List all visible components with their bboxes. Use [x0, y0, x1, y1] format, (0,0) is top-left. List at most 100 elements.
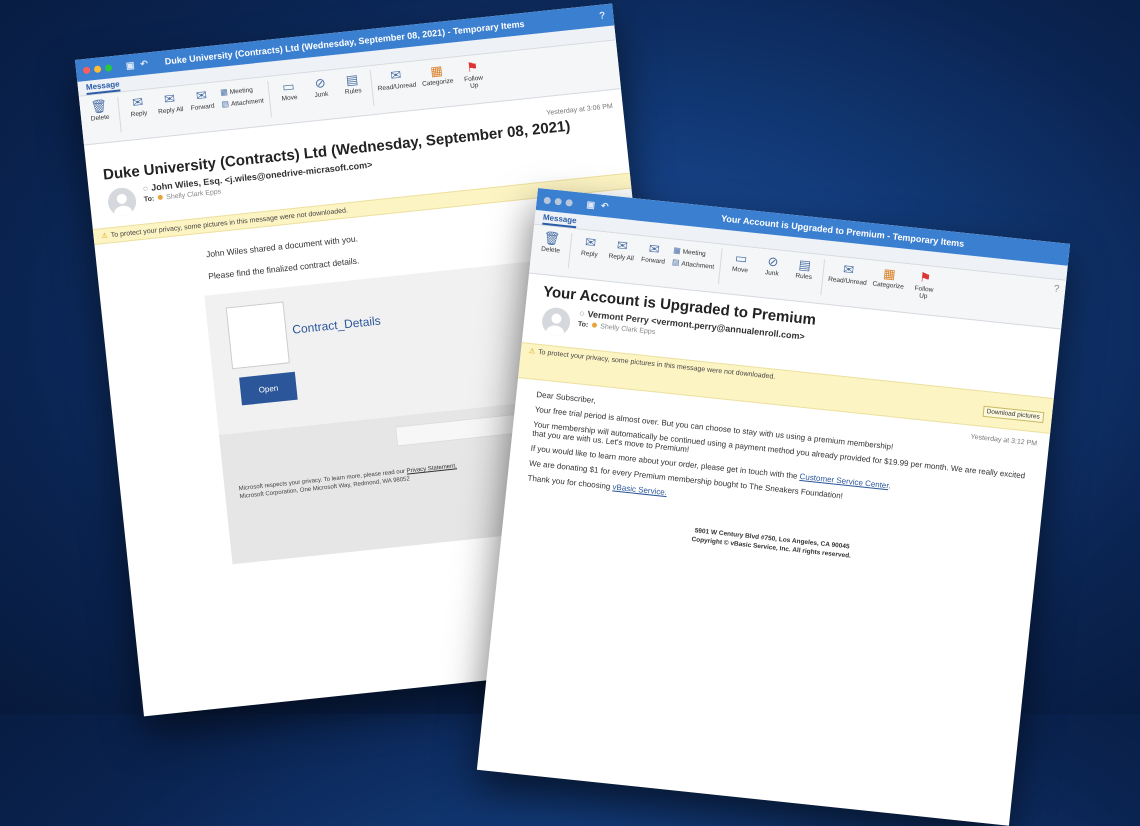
download-pictures-button[interactable]: Download pictures [982, 405, 1045, 424]
help-icon[interactable]: ? [599, 10, 606, 22]
reply-icon: ✉ [131, 94, 144, 111]
meeting-icon: ▦ [672, 245, 682, 256]
document-link[interactable]: Contract_Details [292, 314, 382, 337]
undo-icon[interactable]: ↶ [140, 58, 149, 70]
avatar [106, 186, 138, 218]
attachment-button[interactable]: ▤Attachment [672, 257, 715, 270]
body-paragraph-5-text: Thank you for choosing [527, 473, 611, 492]
envelope-open-icon: ✉ [842, 261, 855, 278]
document-thumbnail [225, 301, 290, 370]
attachment-icon: ▤ [671, 257, 680, 268]
close-icon[interactable] [543, 196, 552, 204]
rules-icon: ▤ [345, 71, 359, 88]
move-button[interactable]: ▭ Move [727, 249, 755, 275]
privacy-statement-link[interactable]: Privacy Statement. [406, 463, 457, 474]
junk-icon: ⊘ [313, 74, 327, 92]
categorize-button[interactable]: ▦ Categorize [419, 62, 455, 88]
follow-up-button[interactable]: ⚑ Follow Up [910, 269, 939, 302]
vbasic-service-link[interactable]: vBasic Service. [612, 482, 667, 497]
categorize-label: Categorize [872, 280, 905, 291]
warning-icon: ⚠ [528, 347, 536, 356]
categorize-icon: ▦ [882, 265, 897, 282]
rules-label: Rules [344, 87, 362, 96]
read-unread-label: Read/Unread [827, 275, 867, 287]
read-unread-button[interactable]: ✉ Read/Unread [377, 66, 417, 93]
delete-button[interactable]: 🗑 Delete [85, 97, 113, 123]
follow-up-label: Follow Up [914, 284, 934, 301]
recipient-name[interactable]: Shelly Clark Epps [166, 188, 222, 201]
reply-all-icon: ✉ [616, 237, 629, 254]
undo-icon[interactable]: ↶ [600, 200, 610, 212]
help-icon[interactable]: ? [1053, 283, 1060, 295]
save-icon[interactable]: ▣ [586, 199, 596, 211]
meeting-button[interactable]: ▦Meeting [220, 84, 263, 97]
forward-label: Forward [190, 102, 215, 113]
delete-button[interactable]: 🗑 Delete [537, 229, 565, 255]
attachment-icon: ▤ [220, 99, 230, 109]
trash-icon: 🗑 [89, 97, 108, 115]
flag-icon: ⚑ [918, 269, 932, 286]
to-label: To: [577, 320, 589, 329]
window-controls [543, 196, 574, 207]
footer-text: Microsoft respects your privacy. To lear… [238, 462, 458, 501]
reply-all-button[interactable]: ✉ Reply All [608, 237, 636, 263]
rules-button[interactable]: ▤ Rules [790, 256, 818, 282]
open-button[interactable]: Open [239, 371, 298, 406]
junk-button[interactable]: ⊘ Junk [759, 253, 787, 279]
reply-all-icon: ✉ [163, 90, 176, 107]
attachment-button[interactable]: ▤Attachment [221, 96, 264, 109]
to-label: To: [143, 195, 155, 204]
rules-label: Rules [794, 272, 813, 282]
forward-icon: ✉ [195, 87, 208, 104]
meeting-button[interactable]: ▦Meeting [673, 246, 716, 259]
window-controls [82, 63, 113, 74]
move-icon: ▭ [734, 250, 749, 267]
forward-button[interactable]: ✉ Forward [640, 240, 668, 266]
categorize-button[interactable]: ▦ Categorize [871, 264, 907, 291]
reply-label: Reply [580, 249, 598, 259]
trash-icon: 🗑 [542, 229, 561, 247]
follow-up-label: Follow Up [463, 74, 484, 90]
attachment-label: Attachment [681, 260, 715, 271]
reply-all-button[interactable]: ✉ Reply All [156, 90, 184, 116]
save-icon[interactable]: ▣ [125, 59, 135, 71]
meeting-icon: ▦ [219, 87, 229, 97]
move-label: Move [281, 93, 298, 103]
flag-icon: ⚑ [465, 58, 479, 76]
delete-label: Delete [540, 245, 561, 255]
move-button[interactable]: ▭ Move [275, 78, 303, 104]
reply-button[interactable]: ✉ Reply [576, 233, 604, 259]
junk-icon: ⊘ [766, 253, 780, 270]
reply-icon: ✉ [584, 234, 597, 251]
minimize-icon[interactable] [554, 197, 563, 206]
meeting-label: Meeting [682, 248, 707, 258]
reply-all-label: Reply All [608, 252, 635, 263]
attachment-label: Attachment [230, 97, 265, 108]
reply-label: Reply [130, 109, 148, 119]
reply-button[interactable]: ✉ Reply [124, 93, 152, 119]
avatar [540, 306, 572, 338]
rules-icon: ▤ [797, 256, 812, 273]
forward-label: Forward [640, 256, 666, 266]
email-window-premium: ▣ ↶ Your Account is Upgraded to Premium … [476, 188, 1071, 826]
move-label: Move [731, 265, 749, 275]
meeting-label: Meeting [229, 86, 254, 96]
close-icon[interactable] [82, 65, 91, 74]
forward-icon: ✉ [648, 240, 661, 258]
minimize-icon[interactable] [93, 64, 102, 73]
junk-label: Junk [764, 269, 779, 278]
reply-all-label: Reply All [157, 105, 184, 116]
read-unread-label: Read/Unread [377, 81, 417, 93]
delete-label: Delete [90, 113, 110, 123]
junk-button[interactable]: ⊘ Junk [306, 74, 334, 100]
read-unread-button[interactable]: ✉ Read/Unread [827, 260, 867, 287]
envelope-open-icon: ✉ [389, 67, 402, 84]
categorize-label: Categorize [421, 77, 454, 88]
rules-button[interactable]: ▤ Rules [338, 71, 366, 97]
follow-up-button[interactable]: ⚑ Follow Up [459, 58, 488, 91]
zoom-icon[interactable] [104, 63, 113, 72]
move-icon: ▭ [281, 78, 296, 95]
categorize-icon: ▦ [429, 62, 444, 79]
zoom-icon[interactable] [565, 198, 574, 207]
forward-button[interactable]: ✉ Forward [188, 87, 216, 113]
